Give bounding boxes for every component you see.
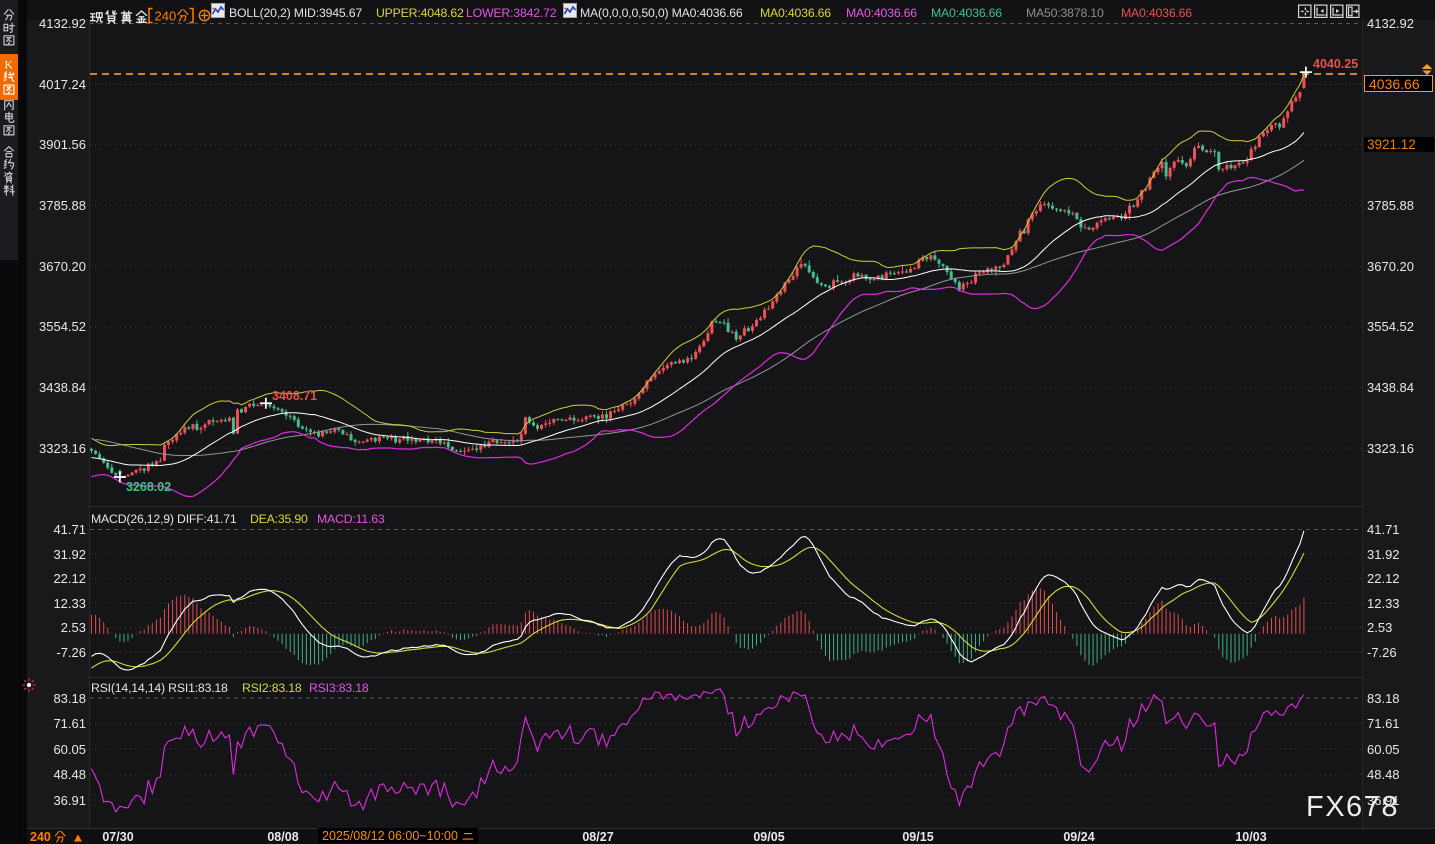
svg-text:240: 240 xyxy=(30,830,51,844)
svg-text:240: 240 xyxy=(155,9,177,24)
svg-text:K: K xyxy=(5,60,14,72)
